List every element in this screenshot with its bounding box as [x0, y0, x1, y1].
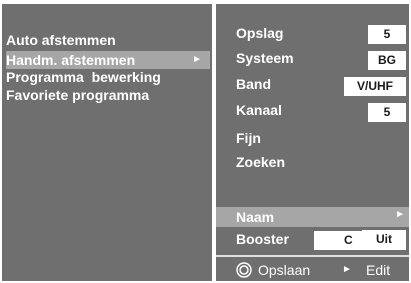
- naam-label: Naam: [236, 209, 275, 225]
- opslag-value[interactable]: 5: [368, 25, 406, 44]
- zoeken-label[interactable]: Zoeken: [236, 153, 285, 171]
- menu-item-favoriete-programma[interactable]: Favoriete programma: [6, 86, 210, 104]
- band-label: Band: [236, 76, 271, 92]
- menu-item-programma-bewerking[interactable]: Programma bewerking: [6, 68, 210, 86]
- menu-item-label: Favoriete programma: [6, 87, 150, 103]
- arrow-right-icon: ►: [192, 54, 202, 65]
- booster-label: Booster: [236, 231, 289, 247]
- kanaal-label: Kanaal: [236, 102, 282, 118]
- footer-store-label[interactable]: Opslaan: [258, 261, 310, 279]
- arrow-right-icon: ►: [342, 264, 352, 275]
- naam-value-letter: C: [344, 233, 353, 247]
- systeem-value[interactable]: BG: [368, 51, 406, 70]
- fijn-label[interactable]: Fijn: [236, 129, 261, 147]
- menu-item-label: Programma bewerking: [6, 69, 161, 85]
- footer-edit-label[interactable]: Edit: [366, 261, 390, 279]
- arrow-right-icon: ►: [395, 209, 405, 220]
- menu-item-auto-afstemmen[interactable]: Auto afstemmen: [6, 31, 210, 49]
- ok-button-icon: [236, 262, 252, 278]
- footer-divider: [216, 255, 409, 257]
- systeem-label: Systeem: [236, 50, 294, 66]
- band-value[interactable]: V/UHF: [344, 77, 406, 96]
- booster-value[interactable]: Uit: [362, 230, 406, 249]
- tv-menu-screen: Auto afstemmen Handm. afstemmen ► Progra…: [0, 0, 411, 283]
- opslag-label: Opslag: [236, 25, 284, 41]
- menu-item-handm-afstemmen[interactable]: Handm. afstemmen ►: [6, 51, 210, 69]
- menu-item-label: Handm. afstemmen: [6, 52, 136, 68]
- kanaal-value[interactable]: 5: [368, 103, 406, 122]
- menu-item-label: Auto afstemmen: [6, 32, 116, 48]
